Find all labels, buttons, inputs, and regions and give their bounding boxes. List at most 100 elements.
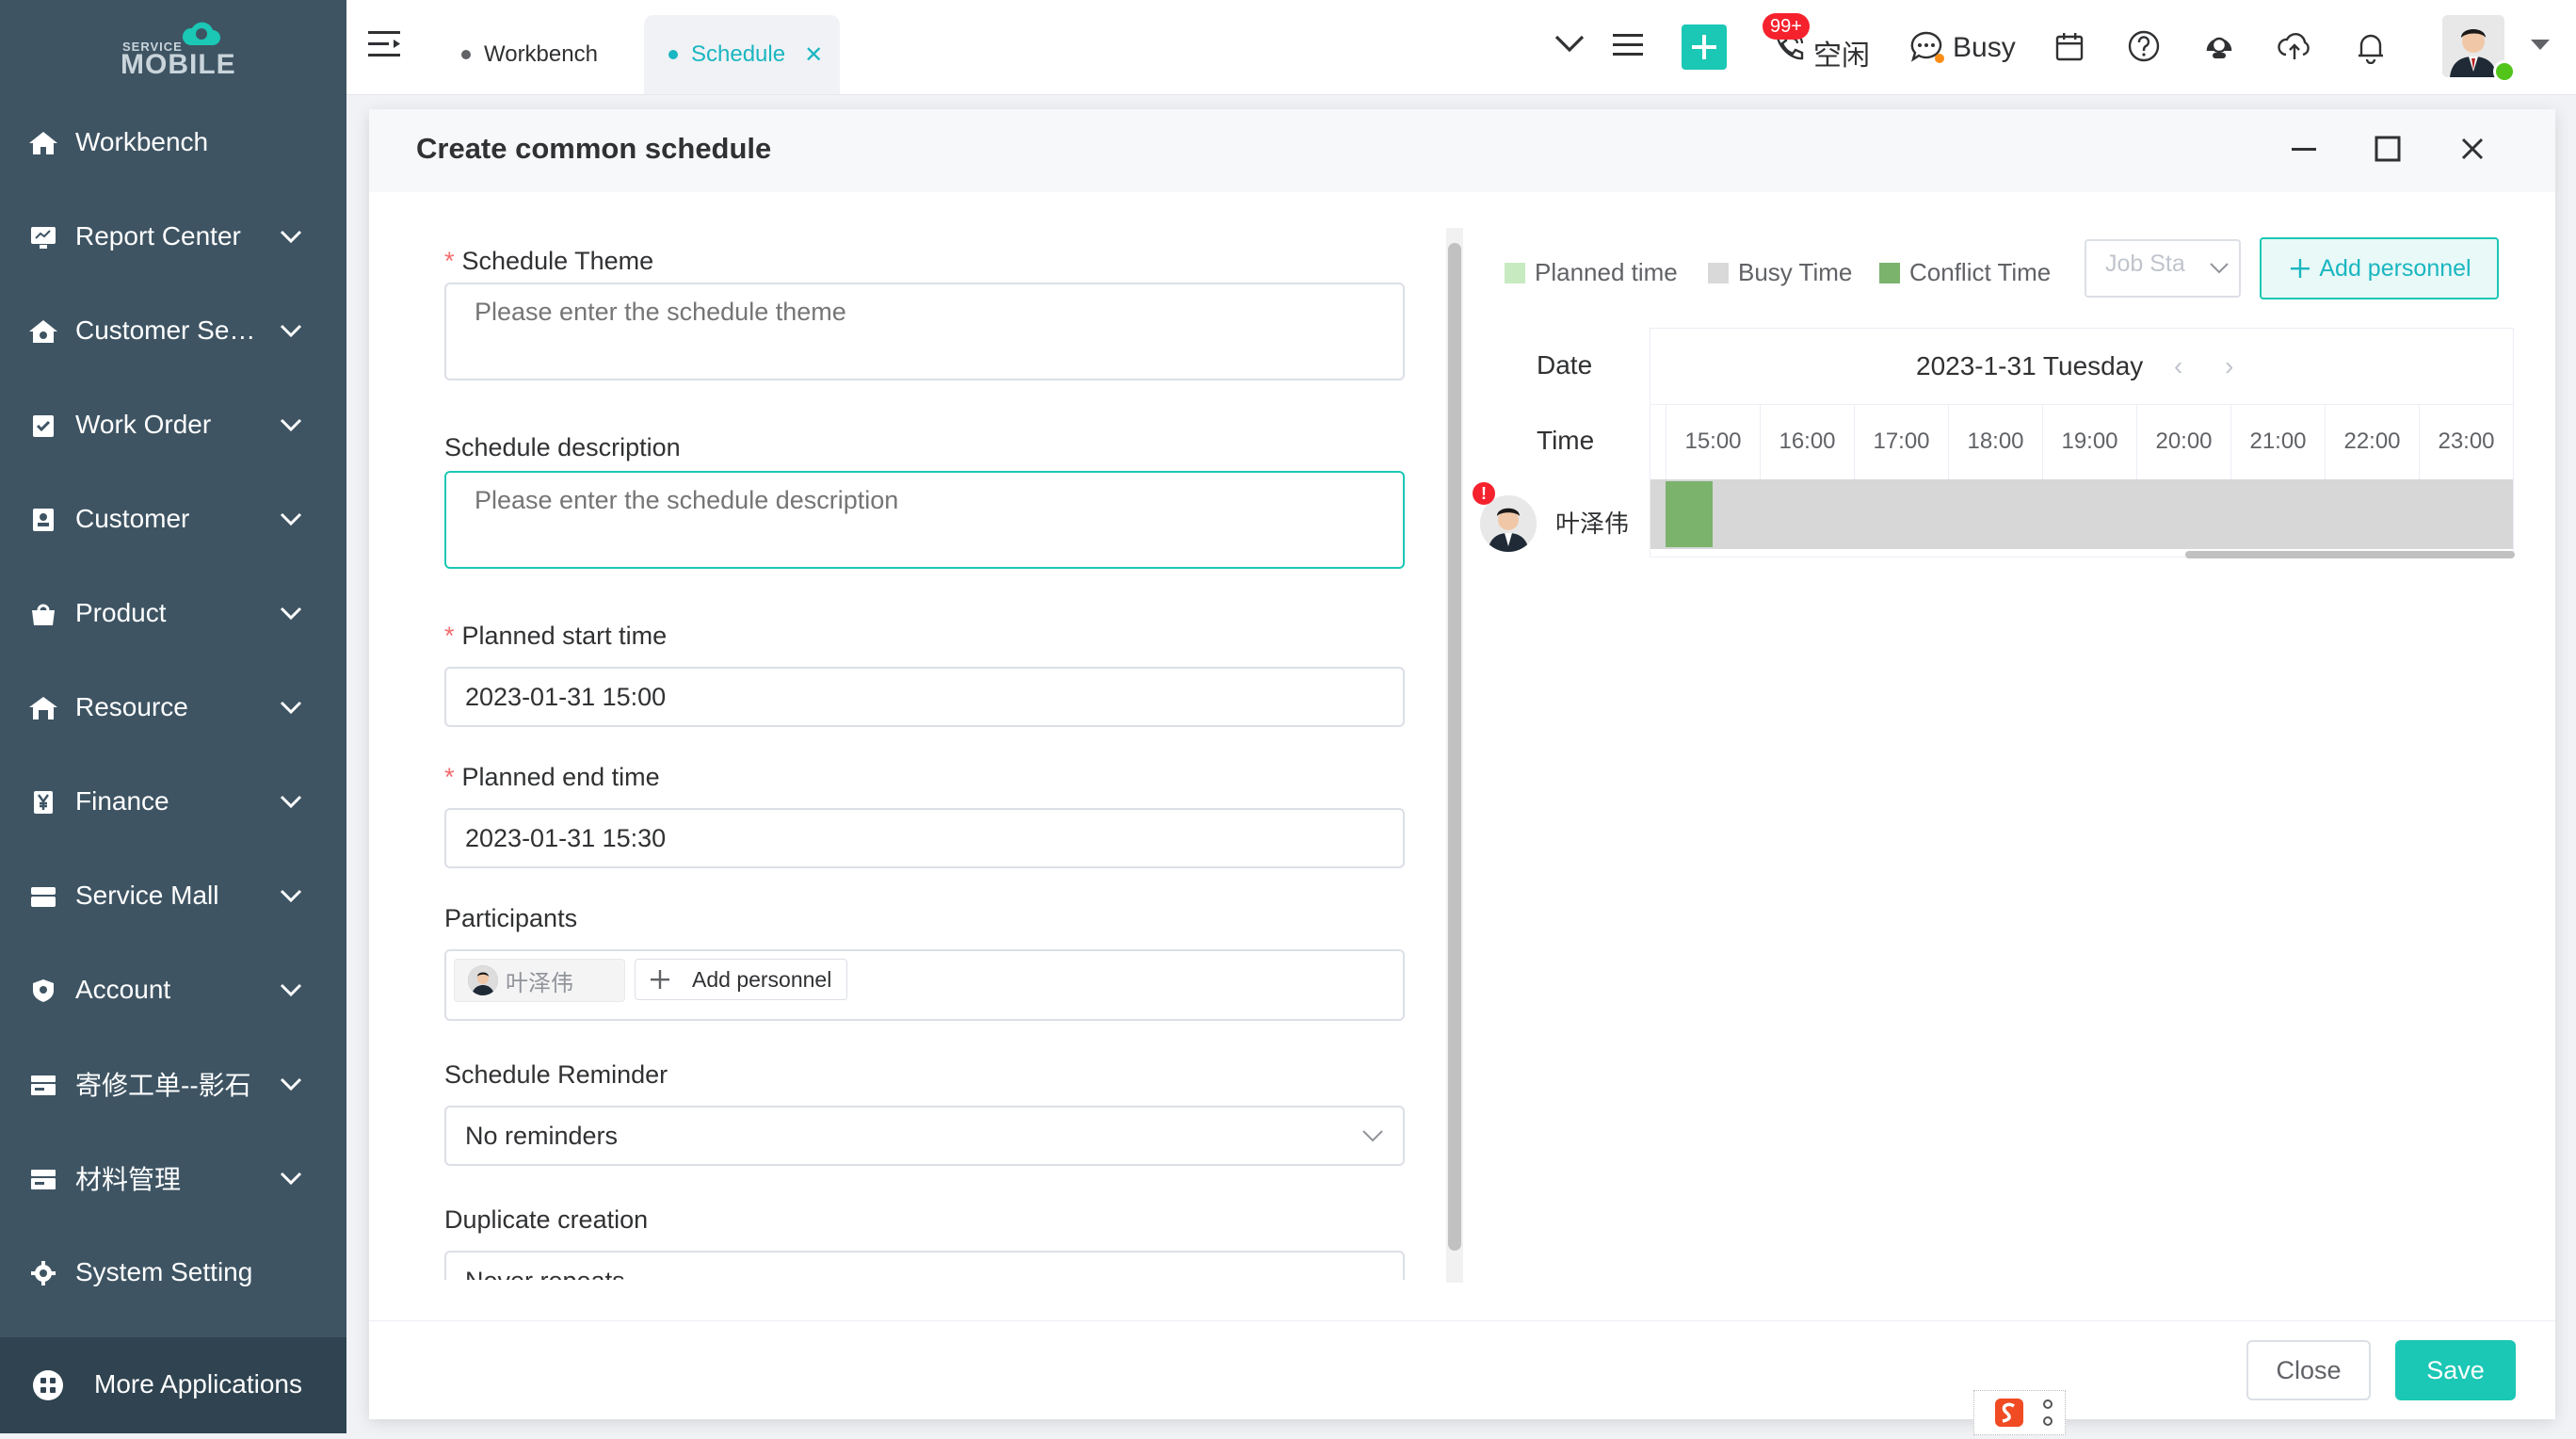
sidebar-item-service-mall[interactable]: Service Mall (0, 863, 346, 929)
calendar-icon[interactable] (2054, 32, 2085, 62)
time-label: Time (1537, 426, 1595, 455)
sidebar-item-label: Customer (75, 504, 190, 533)
description-label: Schedule description (444, 433, 681, 461)
timeline-scrollbar[interactable] (2185, 551, 2515, 558)
hour-slot: 23:00 (2419, 404, 2513, 479)
dialog-header: Create common schedule (369, 109, 2555, 192)
hour-slot: 21:00 (2230, 404, 2325, 479)
shopping-bag-icon (32, 604, 55, 625)
top-bar: Workbench Schedule ✕ 空闲 Busy 99+ (346, 0, 2576, 95)
legend-swatch (1708, 262, 1729, 283)
hour-slot: 17:00 (1854, 404, 1948, 479)
sidebar-item-customer[interactable]: Customer (0, 486, 346, 552)
chevron-down-icon (280, 1172, 302, 1186)
plus-icon (651, 970, 669, 989)
schedule-description-input[interactable] (444, 471, 1405, 569)
help-icon[interactable] (2128, 30, 2160, 62)
add-personnel-button[interactable]: Add personnel (2260, 237, 2499, 299)
ime-toolbar[interactable] (1973, 1390, 2066, 1435)
planned-time-block[interactable] (1666, 481, 1713, 547)
chevron-down-icon (280, 795, 302, 809)
more-applications-button[interactable]: More Applications (0, 1337, 346, 1433)
close-button[interactable]: Close (2246, 1340, 2371, 1400)
form-scrollbar[interactable] (1446, 228, 1463, 1283)
sidebar-item-work-order[interactable]: Work Order (0, 392, 346, 458)
date-label: Date (1537, 350, 1593, 380)
customer-service-icon[interactable] (2203, 30, 2235, 62)
save-button[interactable]: Save (2395, 1340, 2516, 1400)
sidebar-item-customer-service[interactable]: Customer Se… (0, 298, 346, 364)
list-menu-icon[interactable] (1612, 32, 1644, 58)
sidebar-item-label: 寄修工单--影石 (75, 1071, 251, 1100)
sidebar-item-finance[interactable]: Finance (0, 768, 346, 834)
close-tab-icon[interactable]: ✕ (804, 41, 823, 69)
plus-icon (2291, 259, 2310, 278)
chevron-down-icon (280, 512, 302, 526)
chevron-down-icon[interactable] (1554, 32, 1586, 55)
maximize-icon[interactable] (2375, 136, 2401, 162)
caret-down-icon[interactable] (2529, 38, 2552, 53)
legend-swatch (1505, 262, 1525, 283)
current-date: 2023-1-31 Tuesday (1916, 351, 2144, 380)
tab-workbench[interactable]: Workbench (461, 15, 598, 94)
hour-slot: 22:00 (2325, 404, 2419, 479)
participant-tag[interactable]: 叶泽伟 (454, 959, 625, 1002)
duplicate-label: Duplicate creation (444, 1205, 649, 1234)
sidebar-item-repair-order[interactable]: 寄修工单--影石 (0, 1051, 346, 1117)
next-day-icon[interactable]: › (2225, 351, 2233, 381)
planned-end-time-input[interactable]: 2023-01-31 15:30 (444, 808, 1405, 868)
contact-card-icon (33, 509, 54, 531)
tab-schedule[interactable]: Schedule ✕ (644, 15, 840, 94)
ime-logo-icon (1995, 1399, 2053, 1427)
tab-label: Workbench (484, 41, 598, 67)
cloud-upload-icon[interactable] (2277, 30, 2312, 62)
chevron-down-icon (280, 983, 302, 997)
cloud-logo-icon (182, 22, 220, 45)
sidebar-item-label: Customer Se… (75, 315, 256, 345)
chevron-down-icon (280, 889, 302, 903)
online-status-dot (2493, 60, 2516, 83)
prev-day-icon[interactable]: ‹ (2174, 351, 2182, 381)
schedule-grid: 2023-1-31 Tuesday ‹ › 15:00 16:00 17:00 … (1650, 328, 2515, 558)
status-idle-label[interactable]: 空闲 (1813, 32, 1870, 73)
sidebar-item-workbench[interactable]: Workbench (0, 109, 346, 175)
list-box-icon (31, 1075, 56, 1095)
store-icon (31, 887, 56, 907)
service-icon (29, 320, 57, 343)
close-icon[interactable] (2461, 137, 2484, 160)
notification-badge: 99+ (1763, 13, 1810, 40)
brand-logo[interactable]: SERVICE MOBILE (121, 17, 235, 80)
duplicate-creation-select[interactable]: Never repeats (444, 1251, 1405, 1280)
sidebar-item-report-center[interactable]: Report Center (0, 203, 346, 269)
dialog-title: Create common schedule (416, 132, 772, 165)
sidebar-item-system-setting[interactable]: System Setting (0, 1239, 346, 1305)
menu-collapse-icon[interactable] (367, 28, 403, 60)
sidebar-item-label: Report Center (75, 221, 241, 251)
schedule-reminder-select[interactable]: No reminders (444, 1106, 1405, 1166)
participants-label: Participants (444, 904, 578, 932)
sidebar-item-label: Finance (75, 786, 169, 816)
minimize-icon[interactable] (2292, 147, 2316, 153)
legend-conflict: Conflict Time (1879, 258, 2051, 287)
add-button[interactable] (1682, 24, 1727, 70)
participant-name: 叶泽伟 (506, 970, 573, 996)
sidebar-item-label: Resource (75, 692, 188, 721)
sidebar-item-product[interactable]: Product (0, 580, 346, 646)
status-busy-label[interactable]: Busy (1953, 32, 2016, 64)
sidebar-item-label: Account (75, 975, 171, 1004)
form-scrollbar-thumb[interactable] (1448, 243, 1461, 1251)
report-icon (31, 227, 56, 249)
job-status-select[interactable]: Job Sta (2085, 239, 2241, 298)
schedule-theme-input[interactable] (444, 283, 1405, 380)
person-timeline-row[interactable] (1650, 479, 2513, 549)
sidebar-item-account[interactable]: Account (0, 957, 346, 1023)
sidebar-item-resource[interactable]: Resource (0, 674, 346, 740)
end-time-label: * Planned end time (444, 763, 660, 791)
bell-icon[interactable] (2356, 32, 2386, 64)
chat-status-icon[interactable] (1909, 30, 1945, 66)
sidebar-item-materials[interactable]: 材料管理 (0, 1145, 346, 1211)
planned-start-time-input[interactable]: 2023-01-31 15:00 (444, 667, 1405, 727)
sidebar-item-label: Workbench (75, 127, 209, 156)
add-participant-button[interactable]: Add personnel (635, 959, 847, 1000)
legend-swatch (1879, 262, 1900, 283)
